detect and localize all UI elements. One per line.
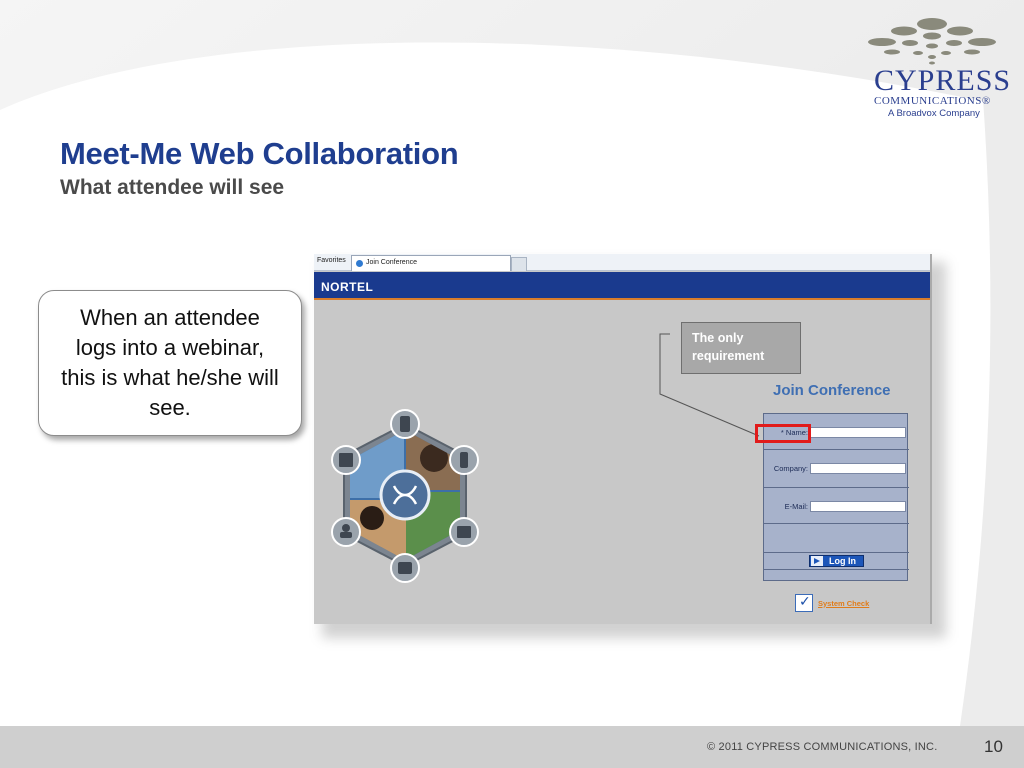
name-field-highlight xyxy=(755,424,811,443)
requirement-note-text: The only requirement xyxy=(692,331,765,363)
footer-copyright: © 2011 CYPRESS COMMUNICATIONS, INC. xyxy=(707,741,938,753)
system-check-link[interactable]: System Check xyxy=(795,594,869,612)
arrow-right-icon xyxy=(811,556,823,566)
cypress-logo: CYPRESS COMMUNICATIONS® A Broadvox Compa… xyxy=(852,16,1012,120)
company-label: Company: xyxy=(773,464,808,473)
callout-text: When an attendee logs into a webinar, th… xyxy=(61,305,279,420)
callout-box: When an attendee logs into a webinar, th… xyxy=(38,290,302,436)
checklist-icon xyxy=(795,594,813,612)
login-button-label: Log In xyxy=(829,556,856,566)
email-input[interactable] xyxy=(810,501,906,512)
logo-subline: COMMUNICATIONS® xyxy=(874,95,991,107)
page-number: 10 xyxy=(984,737,1003,756)
login-button[interactable]: Log In xyxy=(809,555,864,567)
name-input[interactable] xyxy=(810,427,906,438)
system-check-label: System Check xyxy=(818,598,870,608)
email-label: E-Mail: xyxy=(784,502,808,511)
slide-title: Meet-Me Web Collaboration xyxy=(60,136,459,171)
join-conference-title: Join Conference xyxy=(773,382,891,399)
form-row-email: E-Mail: xyxy=(764,488,909,524)
embedded-screenshot: Favorites Join Conference NORTEL The onl… xyxy=(314,254,932,624)
company-input[interactable] xyxy=(810,463,906,474)
logo-dots-icon xyxy=(868,18,996,65)
logo-wordmark: CYPRESS xyxy=(874,64,1012,97)
requirement-note: The only requirement xyxy=(681,322,801,374)
form-row-company: Company: xyxy=(764,450,909,488)
logo-tagline: A Broadvox Company xyxy=(888,108,980,119)
slide-subtitle: What attendee will see xyxy=(60,176,285,199)
